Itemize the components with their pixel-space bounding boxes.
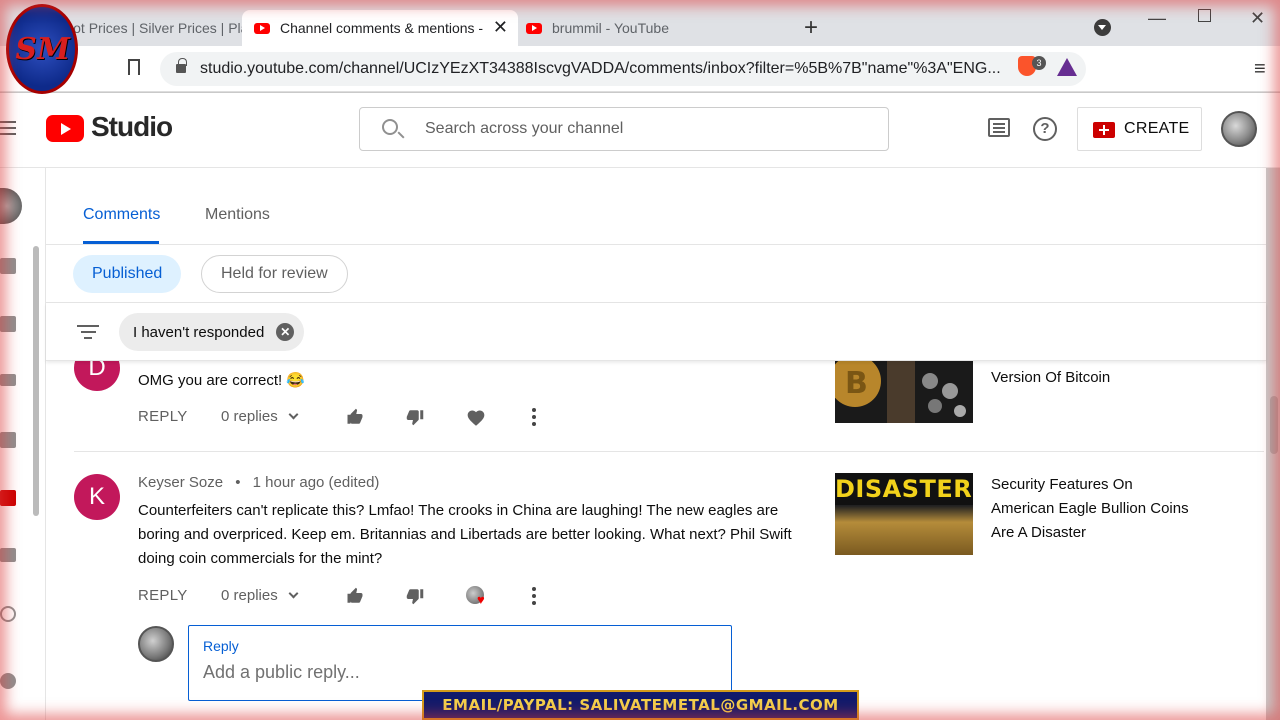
page-scrollbar[interactable] [1270, 396, 1278, 454]
chevron-down-icon [288, 588, 299, 599]
comment-author[interactable]: Keyser Soze [138, 474, 223, 491]
tab-mentions[interactable]: Mentions [205, 206, 270, 224]
contact-banner: EMAIL/PAYPAL: SALIVATEMETAL@GMAIL.COM [422, 690, 859, 720]
filter-bar: I haven't responded ✕ [46, 303, 1266, 361]
commenter-avatar[interactable]: D [74, 361, 120, 391]
bookmark-icon[interactable] [128, 59, 140, 75]
url-text: studio.youtube.com/channel/UCIzYEzXT3438… [200, 60, 1001, 77]
comment-time[interactable]: 1 hour ago (edited) [253, 474, 380, 491]
tab-title: Channel comments & mentions - [280, 20, 484, 36]
channel-avatar[interactable] [0, 188, 22, 224]
shield-count-badge: 3 [1032, 56, 1046, 70]
video-title[interactable]: Version Of Bitcoin [991, 366, 1191, 390]
svg-text:B: B [845, 366, 868, 401]
replies-count: 0 replies [221, 408, 278, 425]
menu-icon[interactable] [0, 121, 16, 139]
dashboard-icon[interactable] [0, 258, 16, 274]
browser-menu-icon[interactable]: ≡ [1254, 58, 1266, 81]
search-icon [382, 119, 398, 135]
studio-logo-text[interactable]: Studio [91, 111, 173, 143]
filter-icon[interactable] [77, 325, 99, 343]
commenter-avatar[interactable]: K [74, 474, 120, 520]
reply-placeholder: Add a public reply... [203, 662, 360, 682]
like-icon[interactable] [346, 408, 364, 426]
address-bar-row: studio.youtube.com/channel/UCIzYEzXT3438… [0, 46, 1280, 92]
feedback-icon[interactable] [988, 118, 1010, 137]
maximize-icon[interactable] [1198, 9, 1211, 22]
browser-tab-spot-prices[interactable]: Spot Prices | Silver Prices | Platinum [56, 10, 242, 46]
video-title[interactable]: Security Features On American Eagle Bull… [991, 473, 1191, 545]
video-camera-add-icon [1093, 122, 1115, 138]
window-close-icon[interactable]: ✕ [1250, 8, 1265, 29]
creator-heart-icon[interactable] [466, 586, 485, 607]
comments-tabs: Comments Mentions [46, 168, 1266, 245]
replies-toggle[interactable]: 0 replies [221, 587, 299, 604]
tab-comments[interactable]: Comments [83, 206, 160, 224]
chevron-down-icon [288, 409, 299, 420]
thumbnail-caption: DISASTER! [835, 473, 973, 505]
dislike-icon[interactable] [406, 587, 424, 605]
subtitles-icon[interactable] [0, 548, 16, 562]
rail-scrollbar[interactable] [33, 246, 39, 516]
tab-title: brummil - YouTube [552, 20, 669, 36]
tab-search-icon[interactable] [1094, 19, 1111, 36]
search-placeholder: Search across your channel [425, 120, 624, 137]
youtube-favicon-icon [526, 22, 542, 34]
more-options-icon[interactable] [532, 587, 536, 608]
active-tab-indicator [83, 241, 159, 244]
replies-toggle[interactable]: 0 replies [221, 408, 299, 425]
studio-header: Studio Search across your channel ? CREA… [0, 93, 1280, 168]
new-tab-icon[interactable]: + [804, 14, 818, 42]
copyright-icon[interactable] [0, 606, 16, 622]
comment-list: D OMG you are correct! 😂 REPLY 0 replies… [46, 361, 1266, 720]
filter-chip-label: I haven't responded [133, 323, 265, 341]
reply-author-avatar [138, 626, 174, 662]
chip-published[interactable]: Published [73, 255, 182, 293]
comments-page: Comments Mentions Published Held for rev… [46, 168, 1266, 720]
reply-button[interactable]: REPLY [138, 587, 188, 604]
replies-count: 0 replies [221, 587, 278, 604]
logo-text: SM [11, 31, 73, 67]
youtube-favicon-icon [254, 22, 270, 34]
brave-rewards-icon[interactable] [1057, 58, 1077, 76]
create-button[interactable]: CREATE [1077, 107, 1202, 151]
settings-icon[interactable] [0, 673, 16, 689]
heart-icon[interactable] [466, 408, 486, 428]
search-input[interactable]: Search across your channel [359, 107, 889, 151]
chip-held-for-review[interactable]: Held for review [201, 255, 348, 293]
lock-icon[interactable] [176, 58, 187, 73]
like-icon[interactable] [346, 587, 364, 605]
comment-text: OMG you are correct! 😂 [138, 372, 306, 389]
browser-tab-brummil[interactable]: brummil - YouTube [524, 10, 794, 46]
comment-meta: Keyser Soze • 1 hour ago (edited) [138, 474, 380, 491]
reply-input-label: Reply [203, 638, 239, 654]
browser-tab-comments[interactable]: Channel comments & mentions - ✕ [242, 10, 518, 46]
playlists-icon[interactable] [0, 374, 16, 386]
minimize-icon[interactable]: — [1148, 8, 1166, 29]
channel-watermark-logo: SM [6, 4, 78, 94]
url-bar[interactable]: studio.youtube.com/channel/UCIzYEzXT3438… [160, 52, 1086, 86]
filter-chip-not-responded[interactable]: I haven't responded ✕ [119, 313, 305, 351]
youtube-logo-icon[interactable] [46, 115, 84, 142]
help-icon[interactable]: ? [1033, 117, 1057, 141]
content-icon[interactable] [0, 316, 16, 332]
video-thumbnail[interactable]: B [835, 361, 973, 423]
status-chips: Published Held for review [46, 245, 1266, 303]
account-avatar[interactable] [1221, 111, 1257, 147]
create-label: CREATE [1124, 120, 1190, 137]
left-navigation-rail [0, 168, 46, 720]
more-options-icon[interactable] [532, 408, 536, 429]
analytics-icon[interactable] [0, 432, 16, 448]
reply-button[interactable]: REPLY [138, 408, 188, 425]
close-tab-icon[interactable]: ✕ [493, 17, 508, 38]
comment-text: Counterfeiters can't replicate this? Lmf… [138, 502, 792, 567]
comments-icon[interactable] [0, 490, 16, 506]
remove-filter-icon[interactable]: ✕ [276, 323, 295, 341]
video-thumbnail[interactable]: DISASTER! [835, 473, 973, 555]
comment-divider [74, 451, 1264, 452]
tab-title: Spot Prices | Silver Prices | Platinum [56, 20, 242, 36]
dislike-icon[interactable] [406, 408, 424, 426]
